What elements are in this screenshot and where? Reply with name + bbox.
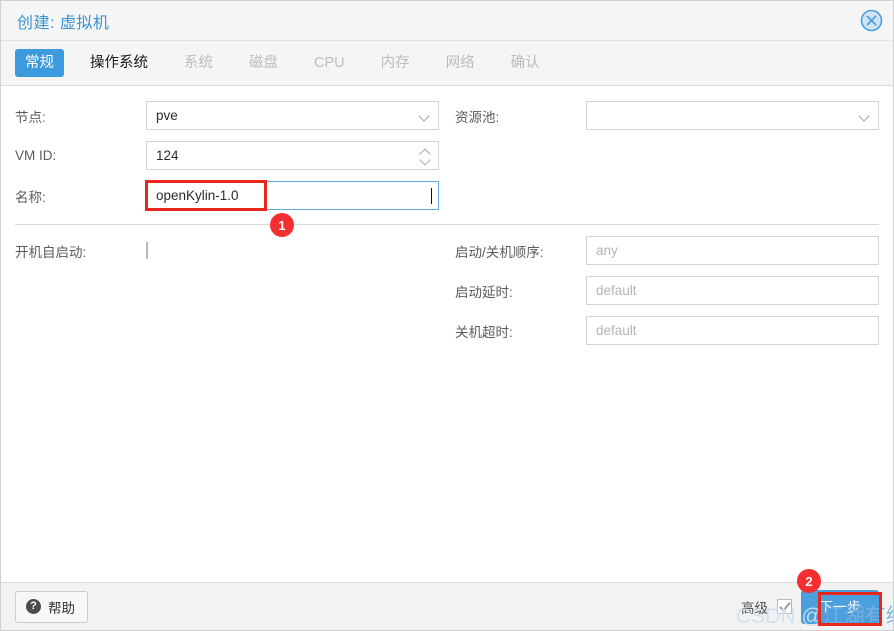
- text-caret: [431, 187, 432, 204]
- next-button[interactable]: 下一步: [801, 589, 879, 624]
- shutdown-timeout-placeholder: default: [596, 323, 637, 338]
- tab-confirm[interactable]: 确认: [501, 49, 550, 77]
- dialog-footer: ? 帮助 高级 下一步: [1, 582, 893, 630]
- vmid-label: VM ID:: [15, 148, 57, 163]
- footer-actions: 高级 下一步: [741, 589, 879, 624]
- tab-general[interactable]: 常规: [15, 49, 64, 77]
- startup-delay-input[interactable]: default: [586, 276, 879, 305]
- create-vm-dialog: 创建: 虚拟机 常规 操作系统 系统 磁盘 CPU 内存 网络 确认 节点: p…: [0, 0, 894, 631]
- field-row-node: 节点: pve: [15, 100, 439, 131]
- dialog-body: 节点: pve VM ID: 124 名称: openKylin-1.0 资源池…: [1, 86, 893, 582]
- field-row-resource-pool: 资源池:: [455, 100, 879, 131]
- spinner-updown-icon[interactable]: [419, 145, 432, 167]
- field-row-shutdown-timeout: 关机超时: default: [455, 315, 879, 346]
- startup-delay-placeholder: default: [596, 283, 637, 298]
- chevron-down-icon: [419, 109, 432, 122]
- tab-cpu[interactable]: CPU: [304, 49, 355, 77]
- question-mark-icon: ?: [26, 599, 41, 614]
- chevron-down-icon: [859, 109, 872, 122]
- shutdown-timeout-input[interactable]: default: [586, 316, 879, 345]
- tab-bar: 常规 操作系统 系统 磁盘 CPU 内存 网络 确认: [1, 41, 893, 86]
- name-label: 名称:: [15, 189, 46, 205]
- tab-os[interactable]: 操作系统: [80, 49, 158, 77]
- autostart-label: 开机自启动:: [15, 244, 87, 260]
- resource-pool-select[interactable]: [586, 101, 879, 130]
- page-title: 创建: 虚拟机: [17, 14, 110, 32]
- form-column-left-lower: 开机自启动:: [1, 235, 447, 355]
- dialog-titlebar: 创建: 虚拟机: [1, 1, 893, 41]
- form-column-right: 资源池:: [447, 100, 893, 220]
- tab-memory[interactable]: 内存: [371, 49, 420, 77]
- tab-system[interactable]: 系统: [174, 49, 223, 77]
- help-button-label: 帮助: [48, 600, 75, 616]
- field-row-autostart: 开机自启动:: [15, 235, 439, 266]
- form-bottom-section: 开机自启动: 启动/关机顺序: any 启动延时: default 关机超时: …: [1, 235, 893, 355]
- advanced-checkbox[interactable]: [777, 599, 792, 614]
- vmid-value: 124: [156, 148, 179, 163]
- name-value: openKylin-1.0: [156, 188, 239, 203]
- name-input[interactable]: openKylin-1.0: [146, 181, 439, 210]
- shutdown-timeout-label: 关机超时:: [455, 324, 513, 340]
- start-order-placeholder: any: [596, 243, 618, 258]
- form-column-right-lower: 启动/关机顺序: any 启动延时: default 关机超时: default: [447, 235, 893, 355]
- field-row-startup-delay: 启动延时: default: [455, 275, 879, 306]
- tab-disks[interactable]: 磁盘: [239, 49, 288, 77]
- startup-delay-label: 启动延时:: [455, 284, 513, 300]
- close-icon[interactable]: [859, 8, 884, 33]
- tab-network[interactable]: 网络: [436, 49, 485, 77]
- node-label: 节点:: [15, 109, 46, 125]
- vmid-input[interactable]: 124: [146, 141, 439, 170]
- field-row-start-order: 启动/关机顺序: any: [455, 235, 879, 266]
- form-top-section: 节点: pve VM ID: 124 名称: openKylin-1.0 资源池…: [1, 86, 893, 220]
- help-button[interactable]: ? 帮助: [15, 590, 88, 623]
- form-column-left: 节点: pve VM ID: 124 名称: openKylin-1.0: [1, 100, 447, 220]
- advanced-label: 高级: [741, 600, 768, 616]
- node-value: pve: [156, 108, 178, 123]
- resource-pool-label: 资源池:: [455, 109, 500, 125]
- start-order-label: 启动/关机顺序:: [455, 244, 544, 260]
- field-row-name: 名称: openKylin-1.0: [15, 180, 439, 211]
- node-select[interactable]: pve: [146, 101, 439, 130]
- autostart-checkbox[interactable]: [146, 242, 148, 259]
- section-divider: [15, 224, 879, 225]
- start-order-input[interactable]: any: [586, 236, 879, 265]
- field-row-vmid: VM ID: 124: [15, 140, 439, 171]
